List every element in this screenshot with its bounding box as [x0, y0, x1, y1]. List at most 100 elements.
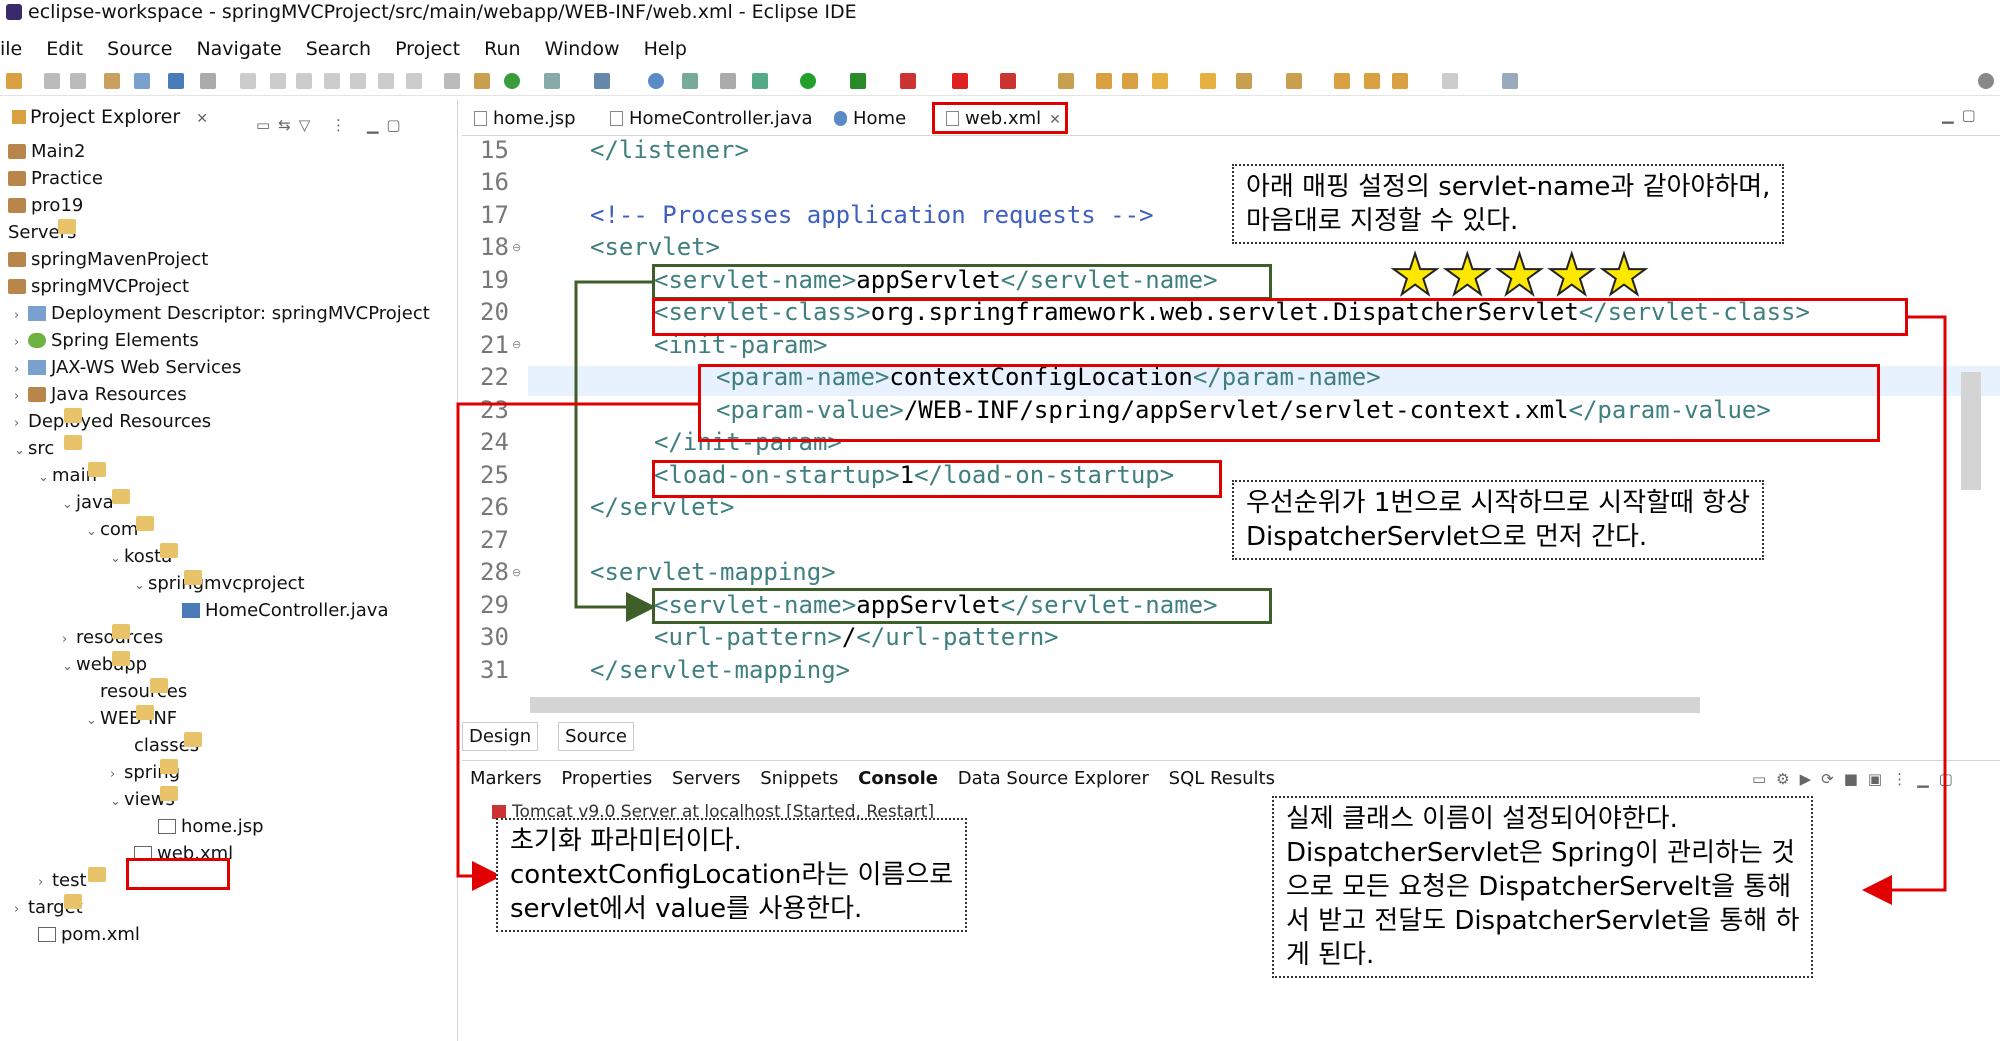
menu-file[interactable]: ile: [0, 38, 22, 60]
tree-item[interactable]: HomeController.java: [182, 597, 388, 624]
tree-item[interactable]: › JAX-WS Web Services: [14, 354, 241, 381]
pencil-icon[interactable]: [1152, 73, 1168, 89]
debug-icon[interactable]: [752, 73, 768, 89]
open-resource-icon[interactable]: [1058, 73, 1074, 89]
fold-toggle-icon[interactable]: ⊖: [512, 241, 521, 254]
tree-item[interactable]: pro19: [8, 192, 83, 219]
tree-item[interactable]: pom.xml: [38, 921, 140, 948]
tree-item[interactable]: Servers: [8, 219, 76, 246]
wrench-icon[interactable]: [720, 73, 736, 89]
chevron-down-icon[interactable]: ⌄: [38, 464, 52, 491]
step-return-icon[interactable]: [406, 73, 422, 89]
tree-item[interactable]: Main2: [8, 138, 85, 165]
fold-toggle-icon[interactable]: ⊖: [512, 566, 521, 579]
tree-item[interactable]: › target: [14, 894, 83, 921]
tree-item[interactable]: ⌄WEB-INF: [86, 705, 177, 732]
next-annotation-icon[interactable]: [1236, 73, 1252, 89]
run-icon[interactable]: [800, 73, 816, 89]
disconnect-icon[interactable]: [324, 73, 340, 89]
tab-servers[interactable]: Servers: [672, 768, 740, 789]
prev-annotation-icon[interactable]: [1286, 73, 1302, 89]
menu-project[interactable]: Project: [395, 38, 460, 60]
tree-item[interactable]: springMVCProject: [8, 273, 189, 300]
tree-item[interactable]: classes: [134, 732, 202, 759]
refresh-icon[interactable]: [504, 73, 520, 89]
last-edit-icon[interactable]: [1334, 73, 1350, 89]
tab-markers[interactable]: Markers: [470, 768, 542, 789]
run-last-icon[interactable]: [850, 73, 866, 89]
web-browser-icon[interactable]: [682, 73, 698, 89]
chevron-down-icon[interactable]: ⌄: [62, 653, 76, 680]
resume-icon[interactable]: [240, 73, 256, 89]
close-icon[interactable]: ✕: [196, 111, 208, 127]
tree-item[interactable]: ⌄ com: [86, 516, 154, 545]
tree-item[interactable]: springMavenProject: [8, 246, 208, 273]
horizontal-scrollbar[interactable]: [530, 697, 1700, 713]
chevron-right-icon[interactable]: ›: [14, 383, 28, 410]
tree-item[interactable]: › Spring Elements: [14, 327, 199, 354]
menu-window[interactable]: Window: [545, 38, 620, 60]
project-explorer-tab[interactable]: Project Explorer ✕ ▭⇆▽ ⋮ ▁▢: [0, 100, 457, 134]
editor-window-controls[interactable]: ▁▢: [1942, 106, 1984, 124]
new-icon[interactable]: [6, 73, 22, 89]
chevron-down-icon[interactable]: ⌄: [62, 491, 76, 518]
forward-icon[interactable]: [1442, 73, 1458, 89]
server-icon[interactable]: [444, 73, 460, 89]
chevron-right-icon[interactable]: ›: [14, 356, 28, 383]
tab-properties[interactable]: Properties: [561, 768, 652, 789]
deploy-icon[interactable]: [474, 73, 490, 89]
search-icon[interactable]: [1978, 73, 1994, 89]
tree-item[interactable]: ⌄webapp: [62, 651, 147, 678]
external-tools-icon[interactable]: [1000, 73, 1016, 89]
globe-icon[interactable]: [648, 73, 664, 89]
vertical-scrollbar[interactable]: [1961, 372, 1981, 490]
tab-console[interactable]: Console: [858, 768, 938, 789]
chevron-right-icon[interactable]: ›: [62, 626, 76, 653]
tree-item[interactable]: › Deployment Descriptor: springMVCProject: [14, 300, 430, 327]
tree-item[interactable]: Practice: [8, 165, 103, 192]
chevron-right-icon[interactable]: ›: [14, 896, 28, 923]
save-icon[interactable]: [44, 73, 60, 89]
tree-item[interactable]: ›resources: [62, 624, 163, 651]
chevron-down-icon[interactable]: ⌄: [86, 518, 100, 545]
back-icon[interactable]: [1392, 73, 1408, 89]
tree-item[interactable]: › spring: [110, 759, 180, 786]
menu-run[interactable]: Run: [484, 38, 520, 60]
save-all-icon[interactable]: [70, 73, 86, 89]
tab-source[interactable]: Source: [558, 722, 634, 751]
view-toolbar[interactable]: ▭⇆▽ ⋮ ▁▢: [256, 108, 409, 142]
tree-item[interactable]: › Deployed Resources: [14, 408, 211, 435]
menu-search[interactable]: Search: [306, 38, 371, 60]
chevron-right-icon[interactable]: ›: [110, 761, 124, 788]
fold-toggle-icon[interactable]: ⊖: [512, 338, 521, 351]
console-icon[interactable]: [168, 73, 184, 89]
skip-breakpoints-icon[interactable]: [200, 73, 216, 89]
new-class-icon[interactable]: [594, 73, 610, 89]
tab-snippets[interactable]: Snippets: [760, 768, 838, 789]
tab-data-source-explorer[interactable]: Data Source Explorer: [958, 768, 1149, 789]
chevron-down-icon[interactable]: ⌄: [14, 437, 28, 464]
open-folder-icon[interactable]: [1096, 73, 1112, 89]
tree-item[interactable]: › Java Resources: [14, 381, 187, 408]
menu-help[interactable]: Help: [644, 38, 687, 60]
tree-item[interactable]: ⌄ java: [62, 489, 130, 518]
chevron-down-icon[interactable]: ⌄: [86, 707, 100, 734]
tab-home-browser[interactable]: Home: [834, 104, 906, 134]
menu-edit[interactable]: Edit: [46, 38, 83, 60]
tree-item[interactable]: › test: [38, 867, 106, 894]
chevron-down-icon[interactable]: ⌄: [110, 545, 124, 572]
tab-home-jsp[interactable]: home.jsp: [474, 104, 576, 134]
suspend-icon[interactable]: [270, 73, 286, 89]
chevron-right-icon[interactable]: ›: [14, 329, 28, 356]
open-type-icon[interactable]: [104, 73, 120, 89]
tab-sql-results[interactable]: SQL Results: [1169, 768, 1275, 789]
chevron-right-icon[interactable]: ›: [14, 410, 28, 437]
folder-open-icon[interactable]: [1122, 73, 1138, 89]
menu-source[interactable]: Source: [107, 38, 172, 60]
chevron-down-icon[interactable]: ⌄: [134, 572, 148, 599]
tree-item[interactable]: ⌄ main: [38, 462, 106, 491]
stop-icon[interactable]: [952, 73, 968, 89]
open-task-icon[interactable]: [134, 73, 150, 89]
chevron-down-icon[interactable]: ⌄: [110, 788, 124, 815]
chevron-right-icon[interactable]: ›: [14, 302, 28, 329]
